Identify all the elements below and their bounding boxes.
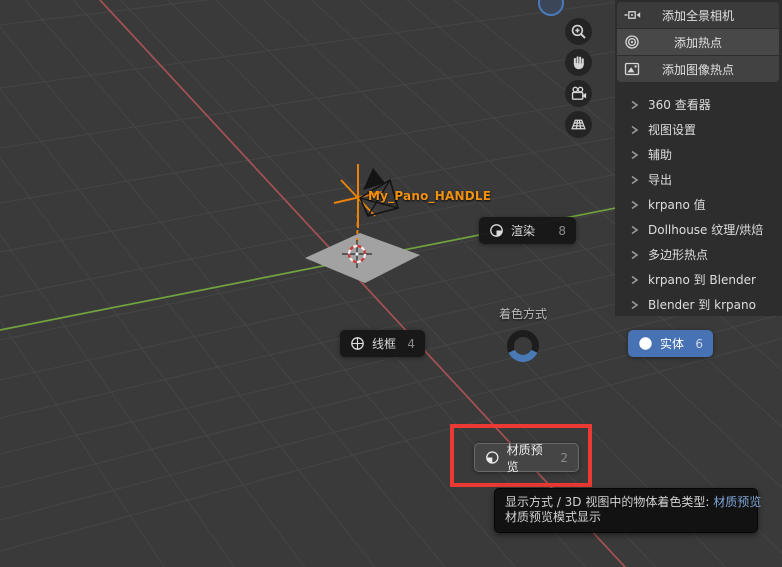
chevron-right-icon [631,200,639,209]
tooltip: 显示方式 / 3D 视图中的物体着色类型: 材质预览 材质预览模式显示 [494,488,761,533]
solid-sphere-icon [639,337,652,350]
orthographic-toggle-button[interactable] [565,111,592,138]
tooltip-description: 显示方式 / 3D 视图中的物体着色类型: [505,495,714,509]
pie-item-label: 渲染 [511,224,536,238]
section-view-settings[interactable]: 视图设置 [615,117,782,142]
sidebar-buttons: 添加全景相机 添加热点 添加图像热点 [617,2,779,83]
chevron-right-icon [631,100,639,109]
section-360-viewer[interactable]: 360 查看器 [615,92,782,117]
pie-item-rendered[interactable]: 渲染 8 [479,217,576,244]
pie-item-label: 线框 [372,337,397,351]
wireframe-sphere-icon [351,337,364,350]
rendered-sphere-icon [490,224,503,237]
chevron-right-icon [631,175,639,184]
chevron-right-icon [631,275,639,284]
section-assist[interactable]: 辅助 [615,142,782,167]
tooltip-value: 材质预览 [713,495,762,509]
panorama-camera-icon [624,11,641,19]
section-dollhouse-texture-bake[interactable]: Dollhouse 纹理/烘焙 [615,217,782,242]
sidebar-button-label: 添加热点 [673,35,722,50]
pie-item-shortcut: 4 [407,336,415,351]
sidebar-button-label: 添加图像热点 [661,62,734,77]
pie-item-shortcut: 6 [695,336,703,351]
tooltip-line2: 材质预览模式显示 [505,510,602,524]
camera-view-button[interactable] [565,80,592,107]
add-panorama-camera-button[interactable]: 添加全景相机 [617,2,779,28]
annotation-highlight-box [450,424,592,487]
pan-hand-icon [573,56,584,70]
add-hotspot-button[interactable]: 添加热点 [617,29,779,55]
section-label: Dollhouse 纹理/烘焙 [648,223,764,237]
pie-menu-title: 着色方式 [498,307,547,321]
section-label: krpano 值 [648,198,706,212]
chevron-right-icon [631,150,639,159]
pie-item-wireframe[interactable]: 线框 4 [340,330,425,357]
pan-view-button[interactable] [565,49,592,76]
section-polygon-hotspot[interactable]: 多边形热点 [615,242,782,267]
section-blender-to-krpano[interactable]: Blender 到 krpano [615,292,782,317]
section-krpano-to-blender[interactable]: krpano 到 Blender [615,267,782,292]
zoom-in-button[interactable] [565,18,592,45]
section-label: 导出 [648,173,673,187]
section-krpano-values[interactable]: krpano 值 [615,192,782,217]
tooltip-line1: 显示方式 / 3D 视图中的物体着色类型: 材质预览 [505,495,761,510]
chevron-right-icon [631,125,639,134]
sidebar-panel: 添加全景相机 添加热点 添加图像热点 360 查看器 视图设置 辅助 导出 kr… [615,0,782,316]
sidebar-button-label: 添加全景相机 [661,8,734,23]
chevron-right-icon [631,225,639,234]
pie-direction-indicator [507,330,539,362]
chevron-right-icon [631,300,639,309]
pie-item-solid[interactable]: 实体 6 [628,330,713,357]
section-label: 辅助 [648,148,673,162]
zoom-in-icon [571,24,586,39]
blender-3d-viewport[interactable]: My_Pano_HANDLE 渲染 8 线框 4 实体 6 材质预览 2 着色方… [0,0,782,567]
orthographic-grid-icon [571,119,586,130]
chevron-right-icon [631,250,639,259]
viewport-nav-buttons [565,18,592,142]
hotspot-icon [625,35,639,49]
pie-item-shortcut: 8 [558,223,566,238]
sidebar-sections: 360 查看器 视图设置 辅助 导出 krpano 值 Dollhouse 纹理… [615,92,782,317]
section-label: 视图设置 [648,123,697,137]
pie-item-label: 实体 [660,337,685,351]
section-export[interactable]: 导出 [615,167,782,192]
section-label: 360 查看器 [648,98,711,112]
object-name-label: My_Pano_HANDLE [368,189,492,203]
section-label: 多边形热点 [648,248,709,262]
add-image-hotspot-button[interactable]: 添加图像热点 [617,56,779,82]
camera-view-icon [571,86,587,100]
section-label: Blender 到 krpano [648,298,756,312]
image-hotspot-icon [624,62,640,76]
section-label: krpano 到 Blender [648,273,756,287]
